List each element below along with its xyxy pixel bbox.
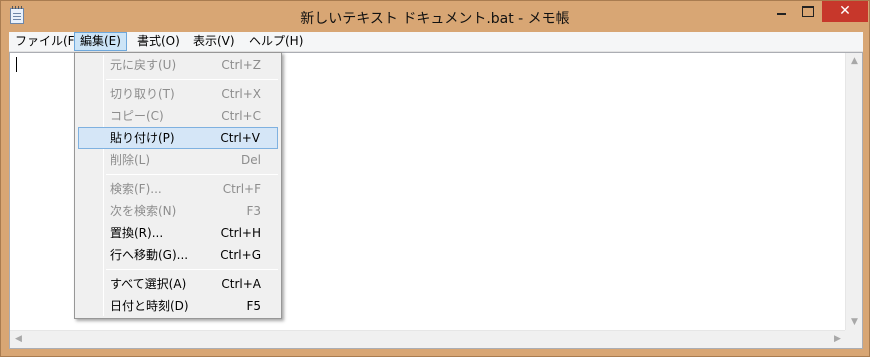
menu-item-shortcut: Ctrl+A	[221, 277, 261, 291]
menu-item-date-time[interactable]: 日付と時刻(D) F5	[78, 295, 278, 317]
menu-item-select-all[interactable]: すべて選択(A) Ctrl+A	[78, 273, 278, 295]
menu-item-label: すべて選択(A)	[110, 277, 187, 291]
edit-menu-dropdown: 元に戻す(U) Ctrl+Z 切り取り(T) Ctrl+X コピー(C) Ctr…	[74, 52, 282, 319]
vertical-scrollbar[interactable]: ▲ ▼	[845, 53, 862, 331]
menu-item-copy[interactable]: コピー(C) Ctrl+C	[78, 105, 278, 127]
menu-item-goto[interactable]: 行へ移動(G)... Ctrl+G	[78, 244, 278, 266]
close-icon: ✕	[839, 3, 851, 19]
scroll-left-icon[interactable]: ◀	[10, 331, 27, 348]
menu-item-shortcut: F5	[246, 299, 261, 313]
menu-bar: ファイル(F) 編集(E) 書式(O) 表示(V) ヘルプ(H)	[9, 32, 863, 52]
menu-item-find[interactable]: 検索(F)... Ctrl+F	[78, 178, 278, 200]
text-caret	[16, 57, 17, 72]
menu-item-label: 切り取り(T)	[110, 87, 175, 101]
menu-item-delete[interactable]: 削除(L) Del	[78, 149, 278, 171]
menu-help[interactable]: ヘルプ(H)	[243, 32, 309, 51]
menu-item-label: 次を検索(N)	[110, 204, 177, 218]
menu-item-undo[interactable]: 元に戻す(U) Ctrl+Z	[78, 54, 278, 76]
menu-item-shortcut: Ctrl+C	[221, 109, 261, 123]
menu-item-label: 検索(F)...	[110, 182, 162, 196]
menu-item-label: 貼り付け(P)	[110, 131, 175, 145]
menu-item-label: 削除(L)	[110, 153, 151, 167]
menu-item-shortcut: Ctrl+G	[220, 248, 261, 262]
menu-separator	[106, 79, 278, 80]
scroll-down-icon[interactable]: ▼	[846, 314, 863, 331]
menu-item-label: 日付と時刻(D)	[110, 299, 189, 313]
menu-item-shortcut: F3	[246, 204, 261, 218]
menu-item-shortcut: Ctrl+H	[220, 226, 261, 240]
menu-item-find-next[interactable]: 次を検索(N) F3	[78, 200, 278, 222]
menu-format[interactable]: 書式(O)	[131, 32, 186, 51]
close-button[interactable]: ✕	[822, 1, 868, 22]
scrollbar-corner	[845, 330, 862, 348]
window-title: 新しいテキスト ドキュメント.bat - メモ帳	[300, 11, 570, 27]
scroll-up-icon[interactable]: ▲	[846, 53, 863, 70]
menu-item-label: 行へ移動(G)...	[110, 248, 189, 262]
menu-separator	[106, 269, 278, 270]
menu-view[interactable]: 表示(V)	[187, 32, 241, 51]
menu-item-replace[interactable]: 置換(R)... Ctrl+H	[78, 222, 278, 244]
menu-item-shortcut: Ctrl+V	[220, 131, 260, 145]
menu-item-label: 元に戻す(U)	[110, 58, 177, 72]
horizontal-scrollbar[interactable]: ◀ ▶	[10, 330, 846, 348]
menu-item-paste[interactable]: 貼り付け(P) Ctrl+V	[78, 127, 278, 149]
title-bar[interactable]: 新しいテキスト ドキュメント.bat - メモ帳 ✕	[1, 1, 869, 31]
menu-item-label: 置換(R)...	[110, 226, 164, 240]
menu-item-cut[interactable]: 切り取り(T) Ctrl+X	[78, 83, 278, 105]
menu-edit[interactable]: 編集(E)	[74, 32, 127, 51]
menu-item-shortcut: Ctrl+Z	[221, 58, 261, 72]
maximize-button[interactable]	[794, 1, 820, 22]
menu-item-shortcut: Del	[241, 153, 261, 167]
menu-item-label: コピー(C)	[110, 109, 164, 123]
menu-separator	[106, 174, 278, 175]
scroll-right-icon[interactable]: ▶	[829, 331, 846, 348]
menu-item-shortcut: Ctrl+F	[222, 182, 261, 196]
menu-item-shortcut: Ctrl+X	[221, 87, 261, 101]
minimize-button[interactable]	[768, 1, 794, 22]
notepad-window: 新しいテキスト ドキュメント.bat - メモ帳 ✕ ファイル(F) 編集(E)…	[0, 0, 870, 357]
